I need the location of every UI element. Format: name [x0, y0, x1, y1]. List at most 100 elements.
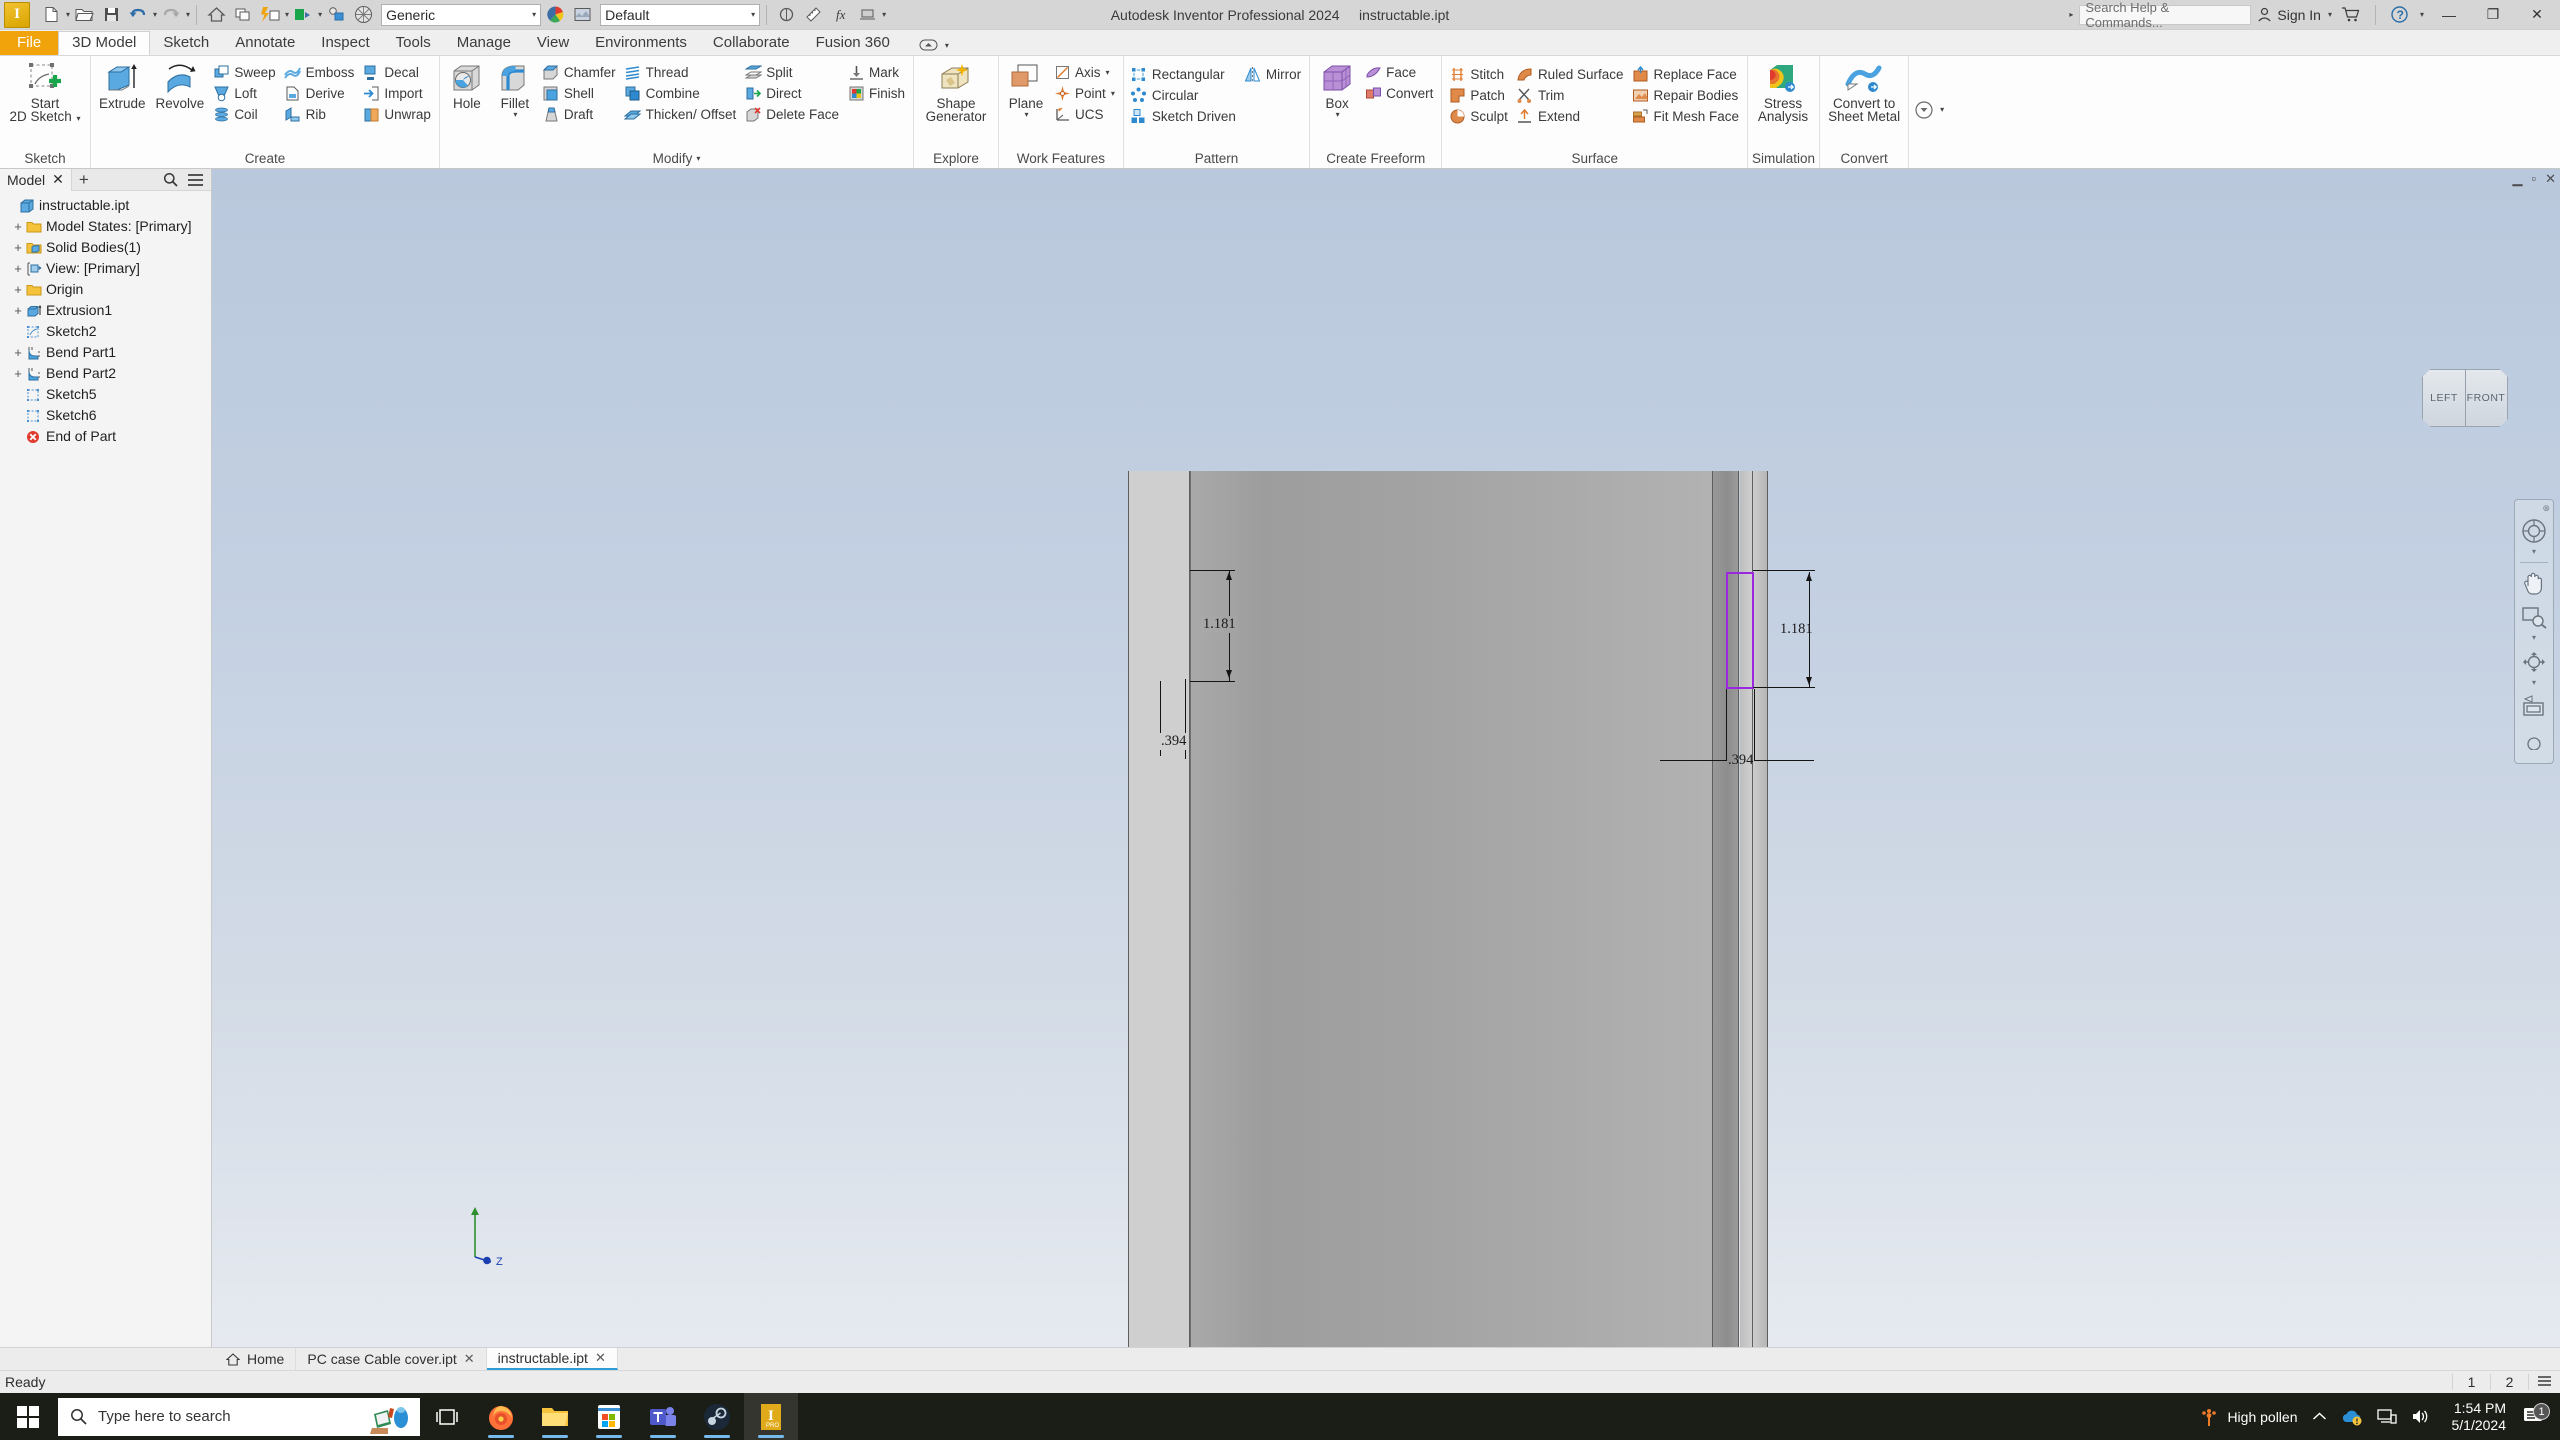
show-hidden-icons-icon[interactable] [2305, 1393, 2334, 1440]
emboss-button[interactable]: Emboss [282, 62, 359, 82]
tree-node-view-primary[interactable]: + View: [Primary] [4, 258, 211, 279]
chevron-down-icon[interactable]: ▾ [944, 41, 949, 50]
ground-icon[interactable] [854, 2, 880, 28]
unwrap-button[interactable]: Unwrap [360, 104, 435, 124]
tree-node-bend-part2[interactable]: + Bend Part2 [4, 363, 211, 384]
shopping-cart-icon[interactable] [2338, 2, 2364, 28]
redo-dropdown-caret-icon[interactable]: ▾ [185, 10, 190, 19]
freeform-box-button[interactable]: Box ▾ [1314, 61, 1360, 119]
panel-label-modify[interactable]: Modify ▾ [444, 149, 909, 168]
taskbar-search-input[interactable]: Type here to search [58, 1397, 420, 1436]
adjust-icon[interactable] [773, 2, 799, 28]
ribbon-tab-inspect[interactable]: Inspect [308, 31, 382, 55]
volume-icon[interactable] [2404, 1393, 2438, 1440]
tree-node-end-of-part[interactable]: End of Part [4, 426, 211, 447]
ribbon-tab-sketch[interactable]: Sketch [150, 31, 222, 55]
ribbon-tab-collaborate[interactable]: Collaborate [700, 31, 803, 55]
work-plane-button[interactable]: Plane ▾ [1003, 61, 1049, 119]
chevron-down-icon[interactable]: ▾ [531, 10, 536, 19]
document-close-button[interactable]: ✕ [2545, 171, 2556, 187]
stitch-button[interactable]: Stitch [1446, 64, 1512, 84]
material-combo[interactable]: Generic ▾ [381, 3, 542, 26]
shape-generator-button[interactable]: Shape Generator [918, 61, 994, 123]
tree-expander[interactable]: + [11, 220, 25, 233]
draft-button[interactable]: Draft [540, 104, 620, 124]
ribbon-tab-file[interactable]: File [0, 31, 59, 55]
extrude-button[interactable]: Extrude [95, 61, 150, 110]
rectangular-pattern-button[interactable]: Rectangular [1128, 64, 1240, 84]
ribbon-tab-3d-model[interactable]: 3D Model [58, 31, 151, 55]
extend-button[interactable]: Extend [1514, 106, 1628, 126]
finish-button[interactable]: Finish [845, 83, 909, 103]
ribbon-tab-manage[interactable]: Manage [444, 31, 524, 55]
browser-tab-model[interactable]: Model ✕ [0, 168, 72, 191]
redo-arrow-icon[interactable] [158, 2, 184, 28]
decal-button[interactable]: Decal [360, 62, 435, 82]
orbit-icon[interactable] [2518, 646, 2550, 678]
fit-mesh-face-button[interactable]: Fit Mesh Face [1630, 106, 1744, 126]
taskbar-app-microsoft-teams[interactable] [636, 1393, 690, 1440]
return-icon[interactable] [230, 2, 256, 28]
fillet-button[interactable]: Fillet ▾ [492, 61, 538, 119]
shell-button[interactable]: Shell [540, 83, 620, 103]
taskbar-app-firefox[interactable] [474, 1393, 528, 1440]
ruled-surface-button[interactable]: Ruled Surface [1514, 64, 1628, 84]
zoom-dropdown-caret-icon[interactable]: ▾ [2532, 634, 2536, 644]
delete-face-button[interactable]: Delete Face [742, 104, 843, 124]
more-nav-icon[interactable] [2518, 725, 2550, 757]
select-icon[interactable] [323, 2, 349, 28]
close-button[interactable]: ✕ [2518, 1, 2556, 29]
plane-dropdown-caret-icon[interactable]: ▾ [1024, 110, 1029, 119]
tree-expander[interactable]: + [11, 367, 25, 380]
appearance-icon[interactable] [290, 2, 316, 28]
tree-expander[interactable]: + [11, 241, 25, 254]
ribbon-tab-annotate[interactable]: Annotate [222, 31, 308, 55]
revolve-button[interactable]: Revolve [152, 61, 209, 110]
view-cube[interactable]: LEFT FRONT [2422, 361, 2510, 439]
appearance-preview-icon[interactable] [569, 2, 595, 28]
measure-icon[interactable] [800, 2, 826, 28]
ribbon-tab-environments[interactable]: Environments [582, 31, 700, 55]
sign-in-button[interactable]: Sign In [2257, 7, 2321, 23]
lightning-icon[interactable] [257, 2, 283, 28]
patch-button[interactable]: Patch [1446, 85, 1512, 105]
onedrive-warning-icon[interactable] [2334, 1393, 2370, 1440]
direct-button[interactable]: Direct [742, 83, 843, 103]
help-icon[interactable]: ? [2387, 2, 2413, 28]
undo-dropdown-caret-icon[interactable]: ▾ [152, 10, 157, 19]
new-dropdown-caret-icon[interactable]: ▾ [65, 10, 70, 19]
taskbar-app-file-explorer[interactable] [528, 1393, 582, 1440]
stress-analysis-button[interactable]: Stress Analysis [1752, 61, 1814, 123]
ribbon-tab-view[interactable]: View [524, 31, 582, 55]
circular-pattern-button[interactable]: Circular [1128, 85, 1240, 105]
thicken-offset-button[interactable]: Thicken/ Offset [622, 104, 741, 124]
task-view-icon[interactable] [420, 1393, 474, 1440]
status-cell-2[interactable]: 2 [2490, 1374, 2528, 1390]
tree-node-solid-bodies[interactable]: + Solid Bodies(1) [4, 237, 211, 258]
material-sphere-icon[interactable] [350, 2, 376, 28]
graphics-viewport[interactable]: ▁ ▫ ✕ 1.181 .394 1.181 .394 Z LEFT FRONT… [212, 169, 2560, 1347]
cortana-icon[interactable] [368, 1398, 414, 1436]
close-icon[interactable]: ✕ [52, 171, 64, 188]
mark-button[interactable]: Mark [845, 62, 909, 82]
home-icon[interactable] [203, 2, 229, 28]
taskbar-app-inventor[interactable]: I PRO [744, 1393, 798, 1440]
rib-button[interactable]: Rib [282, 104, 359, 124]
tree-expander[interactable]: + [11, 304, 25, 317]
qat-overflow-caret-icon[interactable]: ▾ [881, 10, 886, 19]
ribbon-display-options[interactable]: ▾ [919, 38, 949, 55]
chevron-down-icon[interactable]: ▾ [750, 10, 755, 19]
document-restore-button[interactable]: ▫ [2531, 171, 2536, 187]
mirror-button[interactable]: Mirror [1242, 64, 1305, 84]
windows-start-icon[interactable] [0, 1393, 56, 1440]
close-icon[interactable]: ✕ [595, 1350, 606, 1366]
network-icon[interactable] [2370, 1393, 2404, 1440]
status-menu-icon[interactable] [2528, 1374, 2560, 1390]
function-icon[interactable]: fx [827, 2, 853, 28]
document-tab-pc-case-cable-cover[interactable]: PC case Cable cover.ipt ✕ [296, 1348, 487, 1370]
fillet-dropdown-caret-icon[interactable]: ▾ [512, 110, 517, 119]
ucs-button[interactable]: UCS [1051, 104, 1119, 124]
import-button[interactable]: Import [360, 83, 435, 103]
wheel-dropdown-caret-icon[interactable]: ▾ [2532, 548, 2536, 558]
tree-node-sketch2[interactable]: Sketch2 [4, 321, 211, 342]
